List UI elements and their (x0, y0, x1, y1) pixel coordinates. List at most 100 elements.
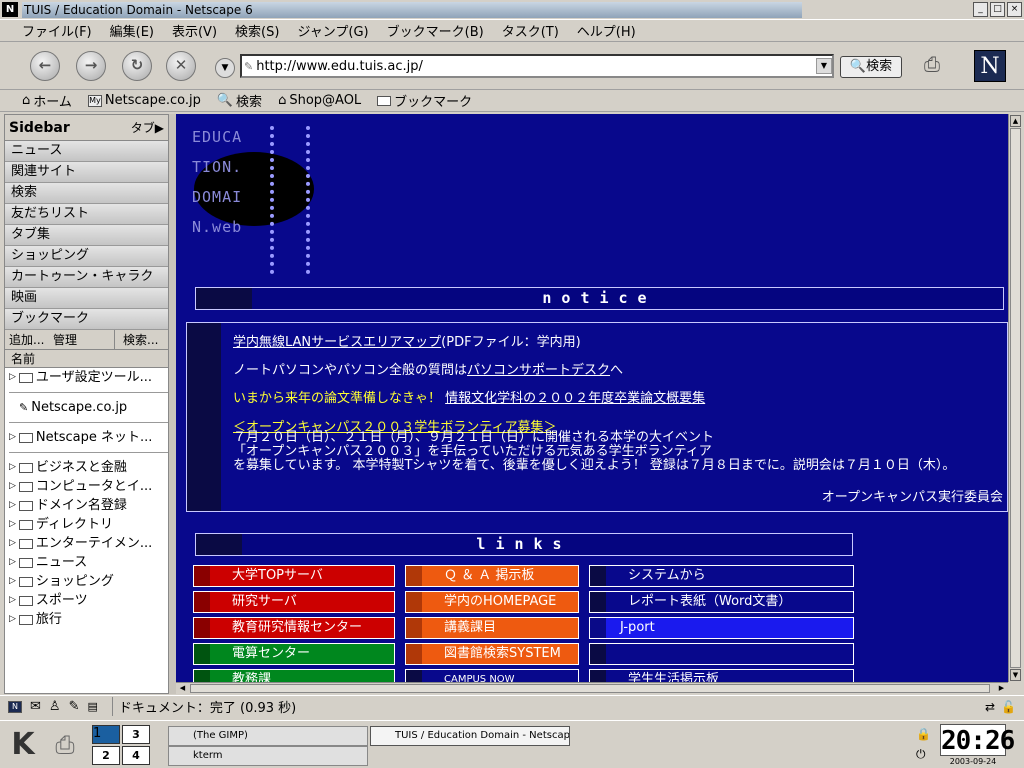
sidebar-tab-news[interactable]: ニュース (5, 141, 168, 162)
tree-folder[interactable]: ▷ ドメイン名登録 (9, 496, 168, 515)
print-icon[interactable]: ⎙ (924, 52, 964, 80)
scroll-up-icon[interactable]: ▲ (1010, 115, 1021, 127)
sidebar-tab-movies[interactable]: 映画 (5, 288, 168, 309)
search-bookmarks-button[interactable]: 検索... (115, 330, 158, 349)
printer-icon[interactable]: ⎙ (46, 727, 84, 763)
sidebar-tabs-menu[interactable]: タブ▶ (131, 119, 164, 136)
desktop-4[interactable]: 4 (122, 746, 150, 765)
maximize-button[interactable]: □ (990, 2, 1005, 17)
menu-tasks[interactable]: タスク(T) (502, 21, 559, 40)
link-j-port[interactable]: J-port (589, 617, 854, 639)
bookmarks-link[interactable]: ブックマーク (377, 91, 472, 110)
desktop-3[interactable]: 3 (122, 725, 150, 744)
url-input[interactable]: http://www.edu.tuis.ac.jp/ (256, 59, 423, 74)
address-book-icon[interactable]: ▤ (87, 700, 97, 713)
menu-help[interactable]: ヘルプ(H) (577, 21, 636, 40)
lock-screen-icon[interactable]: 🔒 (916, 727, 932, 743)
link-research-server[interactable]: 研究サーバ (193, 591, 395, 613)
sidebar-tab-related[interactable]: 関連サイト (5, 162, 168, 183)
tree-folder[interactable]: ▷ ニュース (9, 553, 168, 572)
logout-icon[interactable]: ⏻ (916, 747, 932, 763)
link-academic-affairs[interactable]: 教務課 (193, 669, 395, 682)
desktop-2[interactable]: 2 (92, 746, 120, 765)
clock[interactable]: 20:26 (940, 724, 1015, 756)
link-edu-info-center[interactable]: 教育研究情報センター (193, 617, 395, 639)
tree-folder[interactable]: ▷ コンピュータとイ... (9, 477, 168, 496)
url-history-icon[interactable]: ▼ (816, 58, 832, 74)
task-kterm[interactable]: kterm (168, 746, 368, 766)
sidebar-tab-search[interactable]: 検索 (5, 183, 168, 204)
search-button[interactable]: 🔍検索 (840, 56, 902, 78)
menu-file[interactable]: ファイル(F) (22, 21, 92, 40)
desktop-1[interactable]: 1 (92, 725, 120, 744)
name-column-header[interactable]: 名前 (5, 350, 168, 368)
tree-folder[interactable]: ▷ ビジネスと金融 (9, 458, 168, 477)
link-empty[interactable] (589, 643, 854, 665)
menu-go[interactable]: ジャンプ(G) (297, 21, 368, 40)
mail-icon[interactable]: ✉ (30, 699, 41, 714)
sidebar-tab-tabs[interactable]: タブ集 (5, 225, 168, 246)
pc-support-link[interactable]: パソコンサポートデスク (467, 363, 610, 378)
link-courses[interactable]: 講義課目 (405, 617, 579, 639)
scroll-right-icon[interactable]: ▶ (996, 683, 1007, 694)
minimize-button[interactable]: _ (973, 2, 988, 17)
link-computer-center[interactable]: 電算センター (193, 643, 395, 665)
tree-folder[interactable]: ▷ ディレクトリ (9, 515, 168, 534)
reload-button[interactable]: ↻ (122, 51, 152, 81)
home-link[interactable]: ⌂ ホーム (22, 91, 72, 110)
tree-folder[interactable]: ▷ ショッピング (9, 572, 168, 591)
sidebar-tab-shopping[interactable]: ショッピング (5, 246, 168, 267)
link-qa-board[interactable]: Ｑ ＆ Ａ 掲示板 (405, 565, 579, 587)
task-netscape[interactable]: TUIS / Education Domain - Netscape 6 (370, 726, 570, 746)
site-logo[interactable]: EDUCA TION. DOMAI N.web (190, 124, 314, 274)
tree-folder[interactable]: ▷ スポーツ (9, 591, 168, 610)
vertical-scrollbar[interactable]: ▲ ▼ (1008, 114, 1022, 682)
instant-messenger-icon[interactable]: ♙ (49, 699, 61, 714)
menu-bookmarks[interactable]: ブックマーク(B) (387, 21, 484, 40)
link-univ-top[interactable]: 大学TOPサーバ (193, 565, 395, 587)
menu-edit[interactable]: 編集(E) (110, 21, 154, 40)
tree-user-folder[interactable]: ▷ ユーザ設定ツール... (9, 368, 168, 387)
manage-bookmarks-button[interactable]: 管理 (47, 330, 115, 349)
link-library-search[interactable]: 図書館検索SYSTEM (405, 643, 579, 665)
tree-netscape-net[interactable]: ▷ Netscape ネット... (9, 428, 168, 447)
link-student-life-board[interactable]: 学生生活掲示板 (589, 669, 854, 682)
stop-button[interactable]: ✕ (166, 51, 196, 81)
thesis-summary-link[interactable]: 情報文化学科の２００２年度卒業論文概要集 (445, 391, 705, 406)
hscroll-thumb[interactable] (190, 684, 990, 693)
menu-search[interactable]: 検索(S) (235, 21, 279, 40)
url-dropdown-icon[interactable]: ▼ (215, 58, 235, 78)
scroll-left-icon[interactable]: ◀ (177, 683, 188, 694)
search-link[interactable]: 🔍 検索 (217, 91, 262, 110)
task-gimp[interactable]: (The GIMP) (168, 726, 368, 746)
security-lock-icon[interactable]: 🔓 (1001, 700, 1016, 714)
tree-folder[interactable]: ▷ 旅行 (9, 610, 168, 629)
composer-icon[interactable]: ✎ (69, 699, 80, 714)
scroll-thumb[interactable] (1010, 128, 1021, 668)
add-bookmark-button[interactable]: 追加... (5, 330, 47, 349)
link-campus-homepage[interactable]: 学内のHOMEPAGE (405, 591, 579, 613)
wlan-map-link[interactable]: 学内無線LANサービスエリアマップ (233, 335, 441, 350)
kde-start-icon[interactable]: K (4, 725, 42, 765)
link-report-cover[interactable]: レポート表紙（Word文書） (589, 591, 854, 613)
close-button[interactable]: × (1007, 2, 1022, 17)
menu-view[interactable]: 表示(V) (172, 21, 217, 40)
back-button[interactable]: ← (30, 51, 60, 81)
scroll-down-icon[interactable]: ▼ (1010, 669, 1021, 681)
tree-folder[interactable]: ▷ エンターテイメン... (9, 534, 168, 553)
link-campus-now[interactable]: CAMPUS NOW (405, 669, 579, 682)
netscape-app-icon[interactable]: N (2, 2, 18, 17)
netscape-jp-link[interactable]: My Netscape.co.jp (87, 93, 201, 108)
link-from-system[interactable]: システムから (589, 565, 854, 587)
sidebar-splitter[interactable] (169, 114, 176, 694)
sidebar-tab-bookmarks[interactable]: ブックマーク (5, 309, 168, 330)
sidebar-tab-buddy[interactable]: 友だちリスト (5, 204, 168, 225)
tree-netscape-jp[interactable]: ✎ Netscape.co.jp (9, 398, 168, 417)
forward-button[interactable]: → (76, 51, 106, 81)
url-bar[interactable]: ✎ http://www.edu.tuis.ac.jp/ ▼ (240, 54, 834, 78)
sidebar-tab-cartoon[interactable]: カートゥーン・キャラク (5, 267, 168, 288)
online-status-icon[interactable]: ⇄ (985, 700, 995, 714)
horizontal-scrollbar[interactable]: ◀ ▶ (176, 682, 1008, 694)
shop-aol-link[interactable]: ⌂ Shop@AOL (278, 93, 361, 108)
navigator-icon[interactable]: N (8, 700, 22, 713)
